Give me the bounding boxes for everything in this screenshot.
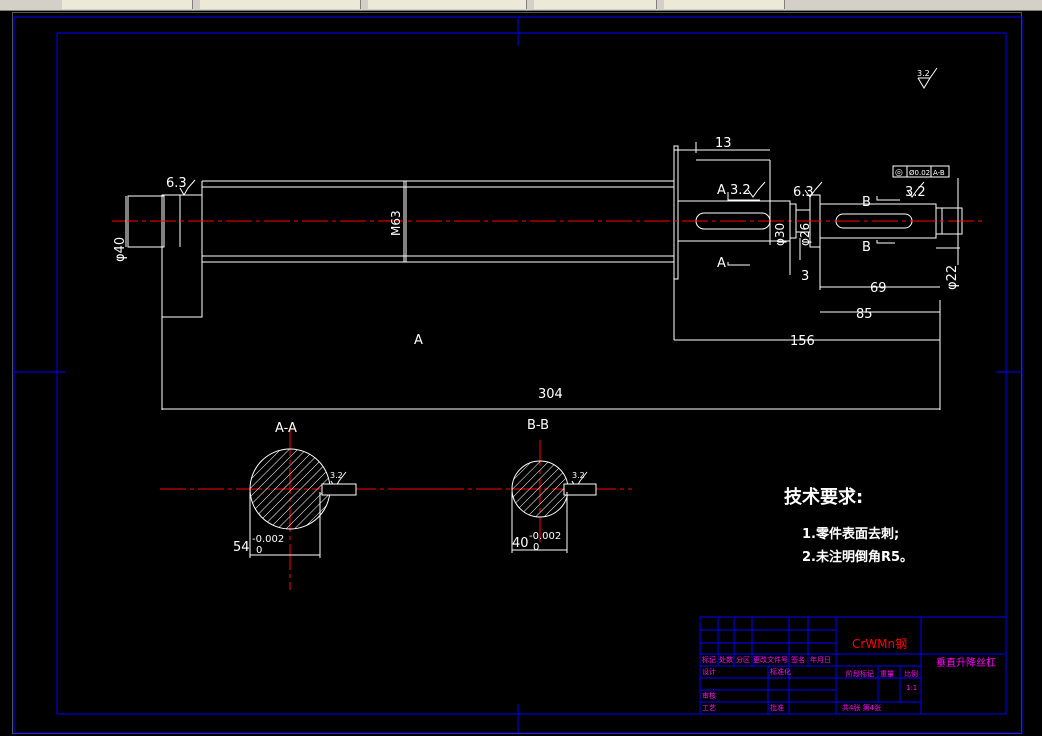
- tolerance-frame: ◎ Ø0.02 A-B: [892, 165, 950, 178]
- bb-rough: 3.2: [572, 471, 585, 480]
- tol-value: Ø0.02: [909, 169, 930, 177]
- notes-line-1: 1.零件表面去刺;: [802, 526, 899, 542]
- tol-symbol: ◎: [895, 168, 903, 178]
- dim-13: 13: [715, 136, 732, 151]
- tb-standard: 标准化: [770, 667, 791, 676]
- tb-scale-val: 1:1: [906, 684, 917, 692]
- section-b-b: B-B 40 -0.002 0 3.2: [400, 418, 632, 553]
- notes-line-2: 2.未注明倒角R5。: [802, 549, 913, 565]
- dimension-lines: [125, 142, 960, 410]
- dim-156: 156: [790, 334, 815, 349]
- dim-6-3-right: 6.3: [793, 185, 814, 200]
- tb-sheets: 共4张 第4张: [842, 703, 881, 712]
- tb-h-count: 处数: [719, 655, 733, 664]
- tb-material: CrWMn钢: [852, 637, 907, 651]
- dim-phi30: φ30: [773, 223, 787, 246]
- shaft-body: [127, 145, 963, 340]
- cad-drawing: ◎ Ø0.02 A-B 13 6.3 φ40 M63 A 3.2 φ30 φ26…: [13, 16, 1023, 734]
- notes-title: 技术要求:: [784, 486, 863, 508]
- tb-h-mark: 标记: [702, 655, 716, 664]
- dim-a-bottom: A: [717, 256, 726, 271]
- dim-b-top: B: [862, 195, 871, 210]
- aa-tol-upper: -0.002: [252, 534, 284, 545]
- dim-corner-3-2: 3.2: [917, 69, 930, 78]
- tb-part-name: 垂直升降丝杠: [936, 656, 996, 669]
- dim-b-bottom: B: [862, 240, 871, 255]
- aa-dim: 54: [233, 540, 250, 555]
- dim-69: 69: [870, 281, 887, 296]
- dim-a-center: A: [414, 333, 423, 348]
- tb-h-docno: 更改文件号: [753, 655, 788, 664]
- dim-phi26: φ26: [798, 223, 812, 246]
- aa-tol-lower: 0: [256, 545, 262, 556]
- tb-approve: 批准: [770, 703, 784, 712]
- title-block: CrWMn钢 垂直升降丝杠 标记 处数 分区 更改文件号 签名 年月日 设计 标…: [699, 616, 1007, 715]
- dim-304: 304: [538, 387, 563, 402]
- dim-6-3-left: 6.3: [166, 176, 187, 191]
- dim-m63: M63: [389, 210, 403, 236]
- dim-3-2-right: 3.2: [905, 185, 926, 200]
- dim-phi22: φ22: [945, 265, 960, 290]
- bb-tol-upper: -0.002: [529, 531, 561, 542]
- section-a-a: A-A 54 -0.002 0 3.2: [160, 421, 440, 590]
- tb-h-sign: 签名: [791, 655, 805, 664]
- tb-h-date: 年月日: [810, 655, 831, 664]
- dim-3: 3: [801, 269, 809, 284]
- frame-center-marks: [14, 17, 1022, 733]
- tb-scale: 比例: [904, 669, 918, 678]
- tb-process: 工艺: [702, 704, 716, 712]
- tb-weight: 重量: [880, 670, 894, 678]
- tb-design: 设计: [702, 667, 716, 676]
- bb-tol-lower: 0: [533, 542, 539, 553]
- dim-85: 85: [856, 307, 873, 322]
- dim-phi40: φ40: [113, 237, 128, 262]
- bb-title: B-B: [527, 418, 549, 433]
- tb-h-zone: 分区: [736, 655, 750, 664]
- outer-frame: [13, 16, 1023, 734]
- bb-dim: 40: [512, 536, 529, 551]
- inner-frame: [56, 32, 1007, 715]
- tb-review: 审核: [702, 691, 716, 700]
- dim-a-3-2: A 3.2: [717, 183, 751, 198]
- aa-rough: 3.2: [330, 471, 343, 480]
- technical-notes: 技术要求: 1.零件表面去刺; 2.未注明倒角R5。: [784, 486, 913, 565]
- tol-datum: A-B: [933, 169, 945, 177]
- tb-stage: 阶段标记: [846, 669, 874, 678]
- aa-title: A-A: [275, 421, 297, 436]
